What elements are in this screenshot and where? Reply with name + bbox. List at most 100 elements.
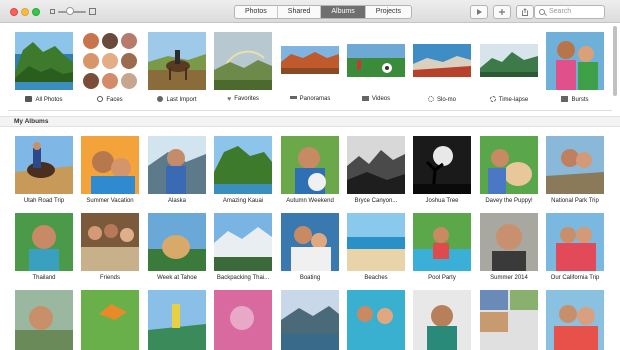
album-label[interactable]: Boating <box>276 275 344 281</box>
album-thumb-favorites[interactable] <box>214 32 272 90</box>
search-placeholder: Search <box>549 8 572 15</box>
album-label-slo-mo[interactable]: Slo-mo <box>408 96 476 103</box>
share-button[interactable] <box>516 5 534 19</box>
amazing-kauai-image <box>214 136 272 194</box>
slider-knob[interactable] <box>66 7 74 15</box>
album-label[interactable]: Beaches <box>342 275 410 281</box>
faces-text: Faces <box>106 97 123 103</box>
album-friends[interactable] <box>81 213 139 271</box>
album-davey-the-puppy[interactable] <box>480 136 538 194</box>
autumn-weekend-image <box>281 136 339 194</box>
album-label-favorites[interactable]: ♥ Favorites <box>209 96 277 103</box>
album-label-time-lapse[interactable]: Time-lapse <box>475 96 543 103</box>
album-beaches[interactable] <box>347 213 405 271</box>
album-amazing-kauai[interactable] <box>214 136 272 194</box>
album-label-faces[interactable]: Faces <box>76 96 144 103</box>
panoramas-text: Panoramas <box>299 96 331 102</box>
album-backpacking-thai[interactable] <box>214 213 272 271</box>
album-label[interactable]: Bryce Canyon... <box>342 198 410 204</box>
album-row3-4-image <box>214 290 272 350</box>
album-autumn-weekend[interactable] <box>281 136 339 194</box>
album-label-panoramas[interactable]: Panoramas <box>276 96 344 102</box>
minimize-window-button[interactable] <box>21 8 29 16</box>
album-label[interactable]: Utah Road Trip <box>10 198 78 204</box>
album-thumb-row3-3[interactable] <box>148 290 206 350</box>
album-week-at-tahoe[interactable] <box>148 213 206 271</box>
album-label[interactable]: Thailand <box>10 275 78 281</box>
album-thumb-row3-5[interactable] <box>281 290 339 350</box>
album-label[interactable]: Alaska <box>143 198 211 204</box>
week-at-tahoe-image <box>148 213 206 271</box>
add-button[interactable] <box>493 5 511 19</box>
album-label[interactable]: Pool Party <box>408 275 476 281</box>
album-label[interactable]: Summer 2014 <box>475 275 543 281</box>
album-thumb-row3-9[interactable] <box>546 290 604 350</box>
close-window-button[interactable] <box>10 8 18 16</box>
album-thumb-row3-7[interactable] <box>413 290 471 350</box>
joshua-tree-image <box>413 136 471 194</box>
search-input[interactable]: Search <box>534 5 605 19</box>
album-label[interactable]: Backpacking Thai... <box>209 275 277 281</box>
album-label[interactable]: Autumn Weekend <box>276 198 344 204</box>
album-thumb-faces[interactable] <box>81 32 139 90</box>
album-thumb-slo-mo[interactable] <box>413 44 471 77</box>
zoom-window-button[interactable] <box>32 8 40 16</box>
time-lapse-image <box>480 44 538 77</box>
album-label[interactable]: Joshua Tree <box>408 198 476 204</box>
scrollbar-thumb[interactable] <box>613 26 617 96</box>
album-summer-vacation[interactable] <box>81 136 139 194</box>
album-label-bursts[interactable]: Bursts <box>541 96 609 103</box>
album-thumb-row3-6[interactable] <box>347 290 405 350</box>
slideshow-button[interactable] <box>470 5 488 19</box>
last-import-text: Last Import <box>166 97 197 103</box>
album-thumb-all-photos[interactable] <box>15 32 73 90</box>
album-thumb-bursts[interactable] <box>546 32 604 90</box>
divider <box>8 110 612 111</box>
album-thumb-videos[interactable] <box>347 44 405 77</box>
album-label[interactable]: Our California Trip <box>541 275 609 281</box>
tab-shared[interactable]: Shared <box>278 6 322 18</box>
album-utah-road-trip[interactable] <box>15 136 73 194</box>
album-row3-3-image <box>148 290 206 350</box>
album-joshua-tree[interactable] <box>413 136 471 194</box>
album-national-park-trip[interactable] <box>546 136 604 194</box>
album-alaska[interactable] <box>148 136 206 194</box>
album-label-all-photos[interactable]: All Photos <box>10 96 78 103</box>
album-label-videos[interactable]: Videos <box>342 96 410 102</box>
album-thumb-row3-1[interactable] <box>15 290 73 350</box>
album-thumb-row3-2[interactable] <box>81 290 139 350</box>
album-label-last-import[interactable]: Last Import <box>143 96 211 103</box>
tab-photos[interactable]: Photos <box>235 6 278 18</box>
album-pool-party[interactable] <box>413 213 471 271</box>
album-label[interactable]: Summer Vacation <box>76 198 144 204</box>
album-label[interactable]: Friends <box>76 275 144 281</box>
tab-projects[interactable]: Projects <box>366 6 411 18</box>
album-thumb-time-lapse[interactable] <box>480 44 538 77</box>
album-summer-2014[interactable] <box>480 213 538 271</box>
album-thumb-panoramas[interactable] <box>281 46 339 74</box>
album-label[interactable]: Amazing Kauai <box>209 198 277 204</box>
alaska-image <box>148 136 206 194</box>
album-thumb-row3-4[interactable] <box>214 290 272 350</box>
my-albums-header: My Albums <box>0 116 620 127</box>
vertical-scrollbar[interactable] <box>612 24 618 346</box>
album-label[interactable]: Davey the Puppy! <box>475 198 543 204</box>
album-boating[interactable] <box>281 213 339 271</box>
slo-mo-image <box>413 44 471 77</box>
album-label[interactable]: National Park Trip <box>541 198 609 204</box>
beaches-image <box>347 213 405 271</box>
album-thailand[interactable] <box>15 213 73 271</box>
tab-albums[interactable]: Albums <box>321 6 366 18</box>
davey-the-puppy-image <box>480 136 538 194</box>
small-thumbnail-icon <box>50 9 55 14</box>
thumbnail-size-slider[interactable] <box>50 7 96 16</box>
backpacking-thai-image <box>214 213 272 271</box>
bryce-canyon-image <box>347 136 405 194</box>
large-thumbnail-icon <box>89 8 96 15</box>
album-bryce-canyon[interactable] <box>347 136 405 194</box>
album-label[interactable]: Week at Tahoe <box>143 275 211 281</box>
album-thumb-row3-8[interactable] <box>480 290 538 350</box>
album-our-california-trip[interactable] <box>546 213 604 271</box>
summer-vacation-image <box>81 136 139 194</box>
album-thumb-last-import[interactable] <box>148 32 206 90</box>
